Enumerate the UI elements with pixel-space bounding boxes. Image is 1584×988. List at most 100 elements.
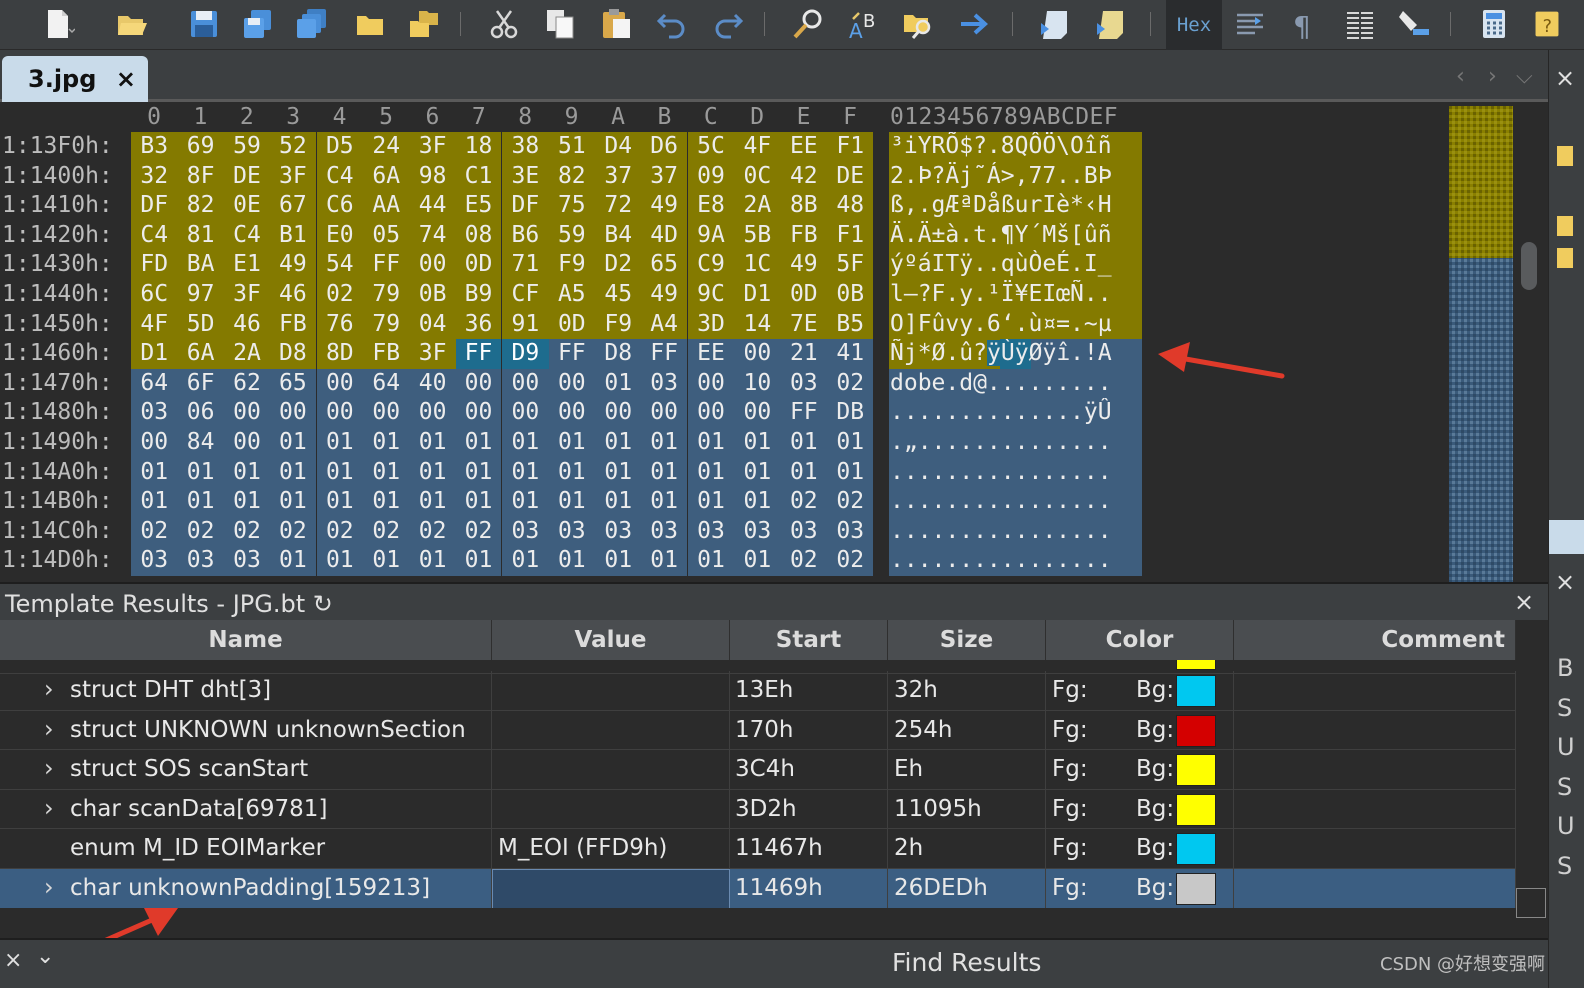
hex-byte[interactable]: 03 (502, 516, 549, 547)
hex-byte[interactable]: AA (363, 191, 410, 221)
hex-byte[interactable]: FD (131, 250, 178, 280)
hex-byte[interactable]: D4 (595, 132, 642, 162)
hex-byte[interactable]: 0D (548, 309, 595, 340)
hex-byte[interactable]: 4D (641, 220, 688, 251)
ascii-row[interactable]: ³iYRÕ$?.8QÔÖ\Oîñ (889, 132, 1142, 162)
hex-byte[interactable]: 0B (409, 280, 456, 310)
hex-byte[interactable]: C4 (223, 220, 271, 251)
hex-byte[interactable]: 5C (687, 132, 735, 162)
hex-byte[interactable]: 36 (455, 309, 503, 340)
hex-byte[interactable]: 81 (177, 220, 224, 251)
hex-byte[interactable]: 3F (270, 161, 317, 192)
hex-byte[interactable]: 03 (641, 368, 688, 399)
hex-byte[interactable]: 69 (177, 132, 224, 162)
color-swatch[interactable] (1176, 714, 1216, 747)
hex-vertical-scrollbar[interactable] (1517, 102, 1547, 582)
ascii-row[interactable]: ................ (889, 457, 1142, 488)
columns-icon[interactable] (1340, 4, 1380, 44)
hex-byte[interactable]: 01 (455, 487, 503, 517)
column-header-size[interactable]: Size (888, 620, 1046, 660)
hex-byte[interactable]: 00 (641, 398, 688, 428)
hex-byte[interactable]: B9 (455, 280, 503, 310)
scrollbar-thumb[interactable] (1521, 242, 1537, 290)
hex-byte[interactable]: 3E (502, 161, 549, 192)
hex-byte[interactable]: 00 (595, 398, 642, 428)
hex-byte[interactable]: 21 (780, 339, 827, 369)
column-header-comment[interactable]: Comment (1234, 620, 1516, 660)
hex-byte[interactable]: D1 (734, 280, 781, 310)
hex-byte[interactable]: F9 (595, 309, 642, 340)
hex-byte[interactable]: 97 (177, 280, 224, 310)
hex-byte[interactable]: 0C (734, 161, 781, 192)
hex-byte[interactable]: E0 (316, 220, 363, 251)
hex-byte[interactable]: 71 (502, 250, 549, 280)
hex-byte[interactable]: 01 (595, 457, 642, 488)
hex-byte[interactable]: 45 (595, 280, 642, 310)
hex-byte[interactable]: 00 (363, 398, 410, 428)
hex-byte[interactable]: 9A (687, 220, 735, 251)
hex-byte[interactable]: 00 (316, 368, 363, 399)
hex-byte[interactable]: 01 (177, 487, 224, 517)
hex-byte[interactable]: DE (223, 161, 271, 192)
hex-byte[interactable]: 6F (177, 368, 224, 399)
hex-byte[interactable]: 00 (131, 428, 178, 458)
hex-byte[interactable]: 01 (270, 457, 317, 488)
hex-byte[interactable]: EE (687, 339, 735, 369)
hex-byte[interactable]: DE (827, 161, 874, 192)
hex-byte[interactable]: 01 (595, 368, 642, 399)
folder-icon[interactable] (1557, 248, 1573, 268)
hex-byte[interactable]: 01 (548, 457, 595, 488)
hex-byte[interactable]: 05 (363, 220, 410, 251)
hex-byte[interactable]: 4F (734, 132, 781, 162)
hex-editor[interactable]: 0123456789ABCDEF 0123456789ABCDEF 1:13F0… (0, 102, 1548, 582)
highlight-icon[interactable] (1394, 4, 1434, 44)
hex-byte[interactable]: 59 (223, 132, 271, 162)
hex-byte[interactable]: 04 (409, 309, 456, 340)
column-header-value[interactable]: Value (492, 620, 730, 660)
hex-byte[interactable]: D8 (595, 339, 642, 369)
hex-byte[interactable]: 7E (780, 309, 827, 340)
new-file-icon[interactable] (38, 4, 78, 44)
hex-byte[interactable]: 01 (595, 428, 642, 458)
tab-menu-icon[interactable]: ⌵ (1516, 64, 1533, 89)
hex-byte[interactable]: 3D (687, 309, 735, 340)
ascii-row[interactable]: ýºáITÿ..qùÒeÉ.I_ (889, 250, 1142, 280)
tab-next-icon[interactable]: › (1488, 64, 1497, 89)
ascii-char[interactable]: ÿ (987, 340, 1001, 367)
hex-byte[interactable]: B1 (270, 220, 317, 251)
hex-byte[interactable]: 01 (827, 428, 874, 458)
hex-byte[interactable]: 01 (131, 457, 178, 488)
hex-byte[interactable]: E5 (455, 191, 503, 221)
hex-byte[interactable]: 02 (270, 516, 317, 547)
hex-byte[interactable]: 01 (316, 546, 363, 576)
hex-byte[interactable]: 02 (316, 280, 363, 310)
hex-byte[interactable]: 01 (548, 428, 595, 458)
hex-byte[interactable]: A5 (548, 280, 595, 310)
hex-byte[interactable]: FB (780, 220, 827, 251)
hex-byte[interactable]: 5D (177, 309, 224, 340)
hex-byte[interactable]: 02 (827, 368, 874, 399)
hex-byte[interactable]: 8F (177, 161, 224, 192)
hex-byte[interactable]: 76 (316, 309, 363, 340)
hex-byte[interactable]: 01 (270, 546, 317, 576)
hex-byte[interactable]: 02 (780, 487, 827, 517)
calculator-icon[interactable] (1474, 4, 1514, 44)
hex-byte[interactable]: C9 (687, 250, 735, 280)
hex-byte[interactable]: 01 (409, 457, 456, 488)
side-panel-letter[interactable]: S (1557, 852, 1572, 880)
ascii-char[interactable]: ÿ (1042, 340, 1056, 366)
hex-byte[interactable]: 02 (363, 516, 410, 547)
hex-byte[interactable]: 49 (641, 280, 688, 310)
hex-byte[interactable]: 37 (595, 161, 642, 192)
redo-icon[interactable] (708, 4, 748, 44)
hex-byte[interactable]: 01 (595, 546, 642, 576)
hex-byte[interactable]: D6 (641, 132, 688, 162)
hex-byte[interactable]: C6 (316, 191, 363, 221)
hex-byte[interactable]: 65 (270, 368, 317, 399)
hex-byte[interactable]: 72 (595, 191, 642, 221)
hex-byte[interactable]: C4 (131, 220, 178, 251)
close-tab-icon[interactable]: × (116, 65, 136, 93)
hex-byte[interactable]: D2 (595, 250, 642, 280)
hex-byte[interactable]: 3F (223, 280, 271, 310)
hex-byte[interactable]: DF (131, 191, 178, 221)
